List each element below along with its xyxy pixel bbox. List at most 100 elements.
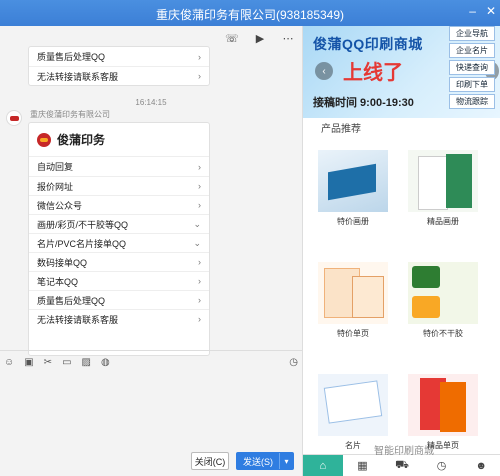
product-label: 特价单页: [337, 329, 369, 338]
phone-icon[interactable]: ☏: [224, 30, 240, 46]
banner-hours: 接稿时间 9:00-19:30: [313, 97, 414, 109]
menu-card: 俊蒲印务 自动回复 › 报价网址 › 微信公众号 › 画册/彩页/不干胶等QQ ⌄ 名片…: [28, 122, 210, 356]
menu-item[interactable]: 无法转接请联系客服 ›: [29, 309, 209, 328]
chevron-right-icon: ›: [198, 257, 201, 267]
menu-card-previous: 质量售后处理QQ › 无法转接请联系客服 ›: [28, 46, 210, 86]
menu-item-label: 笔记本QQ: [37, 276, 79, 287]
message-input[interactable]: [0, 372, 302, 452]
chevron-right-icon: ›: [198, 71, 201, 81]
chevron-right-icon: ›: [198, 314, 201, 324]
menu-item-label: 报价网址: [37, 181, 74, 192]
product-image: [408, 150, 478, 212]
menu-item-label: 无法转接请联系客服: [37, 314, 119, 325]
chevron-right-icon: ›: [198, 161, 201, 172]
avatar[interactable]: [6, 110, 22, 126]
input-toolbar: ☺ ▣ ✂ ▭ ▨ ◍ ◷: [4, 354, 298, 370]
menu-item-label: 数码接单QQ: [37, 257, 88, 268]
message-timestamp: 16:14:15: [135, 98, 167, 107]
send-button[interactable]: 发送(S) ▾: [236, 452, 294, 470]
banner-title: 俊蒲QQ印刷商城: [313, 36, 423, 52]
close-icon[interactable]: ✕: [486, 4, 496, 18]
watermark-text: 智能印刷商城: [374, 446, 434, 457]
send-button-label: 发送(S): [243, 456, 273, 467]
history-icon[interactable]: ◷: [289, 357, 298, 368]
window-controls: – ✕: [469, 4, 496, 18]
card-header: 俊蒲印务: [29, 123, 209, 157]
image-icon[interactable]: ▨: [82, 357, 91, 368]
quicklink-item[interactable]: 企业名片: [449, 43, 495, 58]
window-title: 重庆俊蒲印务有限公司(938185349): [155, 8, 345, 22]
product-label: 特价不干胶: [423, 329, 463, 338]
close-button[interactable]: 关闭(C): [191, 452, 229, 470]
chevron-left-icon[interactable]: ‹: [315, 62, 333, 80]
chevron-right-icon: ›: [198, 181, 201, 191]
grid-icon[interactable]: ▦: [343, 455, 383, 476]
menu-item[interactable]: 无法转接请联系客服 ›: [29, 66, 209, 85]
menu-item-label: 质量售后处理QQ: [37, 295, 106, 306]
menu-item[interactable]: 报价网址 ›: [29, 176, 209, 195]
menu-item[interactable]: 笔记本QQ ›: [29, 271, 209, 290]
more-icon[interactable]: ⋯: [280, 30, 296, 46]
chevron-right-icon: ›: [198, 276, 201, 286]
video-icon[interactable]: ▶: [252, 30, 268, 46]
minimize-icon[interactable]: –: [469, 4, 476, 18]
product-label: 特价画册: [337, 217, 369, 226]
banner-headline: 上线了: [343, 60, 403, 84]
menu-item-label: 微信公众号: [37, 200, 83, 211]
product-card[interactable]: 名片: [313, 374, 393, 451]
chat-toolbar: ☏ ▶ ⋯: [224, 30, 296, 46]
folder-icon[interactable]: ▭: [62, 357, 71, 368]
sender-name: 重庆俊蒲印务有限公司: [30, 110, 110, 119]
product-image: [318, 262, 388, 324]
side-panel: 俊蒲QQ印刷商城 上线了 接稿时间 9:00-19:30 ‹ › 企业导航 企业…: [302, 26, 500, 476]
menu-list: 自动回复 › 报价网址 › 微信公众号 › 画册/彩页/不干胶等QQ ⌄ 名片/PVC名…: [29, 157, 209, 328]
menu-item[interactable]: 名片/PVC名片接单QQ ⌄: [29, 233, 209, 252]
bottom-nav: ⌂ ▦ ⛟ ◷ ☻: [303, 454, 500, 476]
input-divider: [0, 350, 302, 351]
product-image: [408, 374, 478, 436]
emoji-icon[interactable]: ☺: [4, 357, 14, 368]
menu-item-label: 无法转接请联系客服: [37, 71, 119, 82]
quicklink-item[interactable]: 快递查询: [449, 60, 495, 75]
scissors-icon[interactable]: ✂: [44, 357, 52, 368]
company-logo: [37, 132, 51, 147]
microphone-icon[interactable]: ◍: [101, 357, 110, 368]
menu-item[interactable]: 质量售后处理QQ ›: [29, 290, 209, 309]
chevron-down-icon: ⌄: [193, 237, 201, 248]
product-image: [408, 262, 478, 324]
clock-icon[interactable]: ◷: [422, 455, 462, 476]
chevron-right-icon: ›: [198, 51, 201, 62]
quicklink-item[interactable]: 企业导航: [449, 26, 495, 41]
home-icon[interactable]: ⌂: [303, 455, 343, 476]
menu-item[interactable]: 数码接单QQ ›: [29, 252, 209, 271]
quicklink-item[interactable]: 物流跟踪: [449, 94, 495, 109]
quick-links: 企业导航 企业名片 快递查询 印刷下单 物流跟踪: [449, 26, 495, 109]
chevron-down-icon: ⌄: [193, 218, 201, 229]
chat-pane: ☏ ▶ ⋯ 质量售后处理QQ › 无法转接请联系客服 › 16:14:15 重庆…: [0, 26, 302, 476]
user-icon[interactable]: ☻: [461, 455, 500, 476]
menu-item[interactable]: 自动回复 ›: [29, 157, 209, 176]
chevron-right-icon: ›: [198, 295, 201, 305]
product-card[interactable]: 精品单页: [403, 374, 483, 451]
product-card[interactable]: 特价单页: [313, 262, 393, 339]
product-card[interactable]: 特价不干胶: [403, 262, 483, 339]
quicklink-item[interactable]: 印刷下单: [449, 77, 495, 92]
cart-icon[interactable]: ⛟: [382, 455, 422, 476]
menu-item[interactable]: 微信公众号 ›: [29, 195, 209, 214]
product-card[interactable]: 特价画册: [313, 150, 393, 227]
menu-item[interactable]: 画册/彩页/不干胶等QQ ⌄: [29, 214, 209, 233]
product-image: [318, 374, 388, 436]
product-image: [318, 150, 388, 212]
menu-item-label: 名片/PVC名片接单QQ: [37, 238, 127, 249]
title-bar: 重庆俊蒲印务有限公司(938185349) – ✕: [0, 0, 500, 26]
product-card[interactable]: 精品画册: [403, 150, 483, 227]
menu-item[interactable]: 质量售后处理QQ ›: [29, 47, 209, 66]
promo-banner[interactable]: 俊蒲QQ印刷商城 上线了 接稿时间 9:00-19:30 ‹ › 企业导航 企业…: [303, 26, 500, 118]
menu-item-label: 自动回复: [37, 162, 74, 172]
gif-icon[interactable]: ▣: [24, 357, 33, 368]
menu-item-label: 质量售后处理QQ: [37, 52, 106, 62]
card-title: 俊蒲印务: [57, 133, 106, 147]
chevron-down-icon[interactable]: ▾: [279, 453, 293, 469]
chevron-right-icon: ›: [198, 200, 201, 210]
menu-item-label: 画册/彩页/不干胶等QQ: [37, 219, 129, 230]
